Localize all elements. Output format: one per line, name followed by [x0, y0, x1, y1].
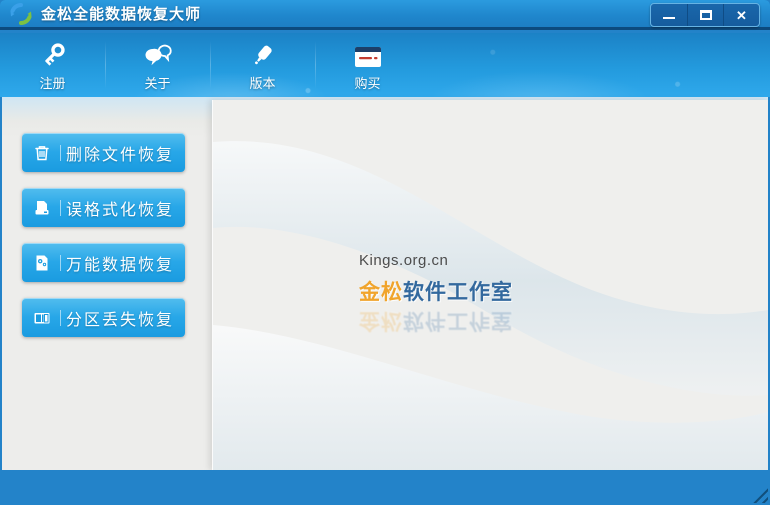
- titlebar[interactable]: 金松全能数据恢复大师 ✕: [0, 0, 770, 30]
- maximize-button[interactable]: [687, 4, 723, 26]
- banknote-icon: [353, 39, 383, 69]
- toolbar-version-button[interactable]: 版本: [210, 33, 315, 97]
- app-logo-icon: [9, 2, 33, 26]
- bottom-bar: [0, 470, 770, 505]
- toolbar-about-button[interactable]: 关于: [105, 33, 210, 97]
- sidebar-button-label: 删除文件恢复: [65, 146, 174, 164]
- sidebar-button-universal-recovery[interactable]: 万能数据恢复: [22, 243, 185, 282]
- watermark-url: Kings.org.cn: [359, 252, 449, 269]
- brand-first: 金松: [359, 281, 403, 304]
- watermark: Kings.org.cn 金松软件工作室 金松软件工作室: [359, 252, 513, 337]
- minimize-button[interactable]: [651, 4, 687, 26]
- watermark-brand: 金松软件工作室: [359, 276, 513, 306]
- format-disk-icon: [33, 199, 51, 217]
- sidebar-button-partition-recovery[interactable]: 分区丢失恢复: [22, 298, 185, 337]
- main-panel: Kings.org.cn 金松软件工作室 金松软件工作室: [213, 100, 768, 470]
- glue-pen-icon: [249, 39, 277, 69]
- toolbar-item-label: 版本: [249, 75, 276, 91]
- close-icon: ✕: [736, 7, 747, 23]
- sidebar-button-deleted-file-recovery[interactable]: 删除文件恢复: [22, 133, 185, 172]
- toolbar: 注册 关于 版本 购买: [0, 33, 770, 97]
- watermark-reflection: 金松软件工作室: [359, 309, 513, 332]
- window-title: 金松全能数据恢复大师: [41, 6, 202, 23]
- close-button[interactable]: ✕: [723, 4, 759, 26]
- brand-rest: 软件工作室: [403, 281, 513, 304]
- minimize-icon: [663, 17, 675, 19]
- content-area: 删除文件恢复 误格式化恢复 万能数据恢复 分区丢失恢复 Kings.org.cn…: [2, 97, 768, 470]
- window-controls: ✕: [650, 3, 760, 27]
- document-gear-icon: [33, 254, 51, 272]
- chat-bubbles-icon: [143, 39, 173, 69]
- trash-icon: [33, 144, 51, 162]
- sidebar-button-label: 误格式化恢复: [65, 201, 174, 219]
- toolbar-buy-button[interactable]: 购买: [315, 33, 420, 97]
- toolbar-item-label: 注册: [39, 75, 66, 91]
- toolbar-register-button[interactable]: 注册: [0, 33, 105, 97]
- toolbar-item-label: 关于: [144, 75, 171, 91]
- sidebar-button-label: 万能数据恢复: [65, 256, 174, 274]
- resize-grip[interactable]: [748, 483, 768, 503]
- toolbar-item-label: 购买: [354, 75, 381, 91]
- app-window: 金松全能数据恢复大师 ✕ 注册 关于 版本 购买 删除文件恢复 误格式化恢复 万…: [0, 0, 770, 505]
- key-icon: [39, 39, 67, 69]
- sidebar-button-label: 分区丢失恢复: [65, 311, 174, 329]
- maximize-icon: [699, 10, 712, 20]
- partition-icon: [33, 309, 51, 327]
- sidebar-button-format-recovery[interactable]: 误格式化恢复: [22, 188, 185, 227]
